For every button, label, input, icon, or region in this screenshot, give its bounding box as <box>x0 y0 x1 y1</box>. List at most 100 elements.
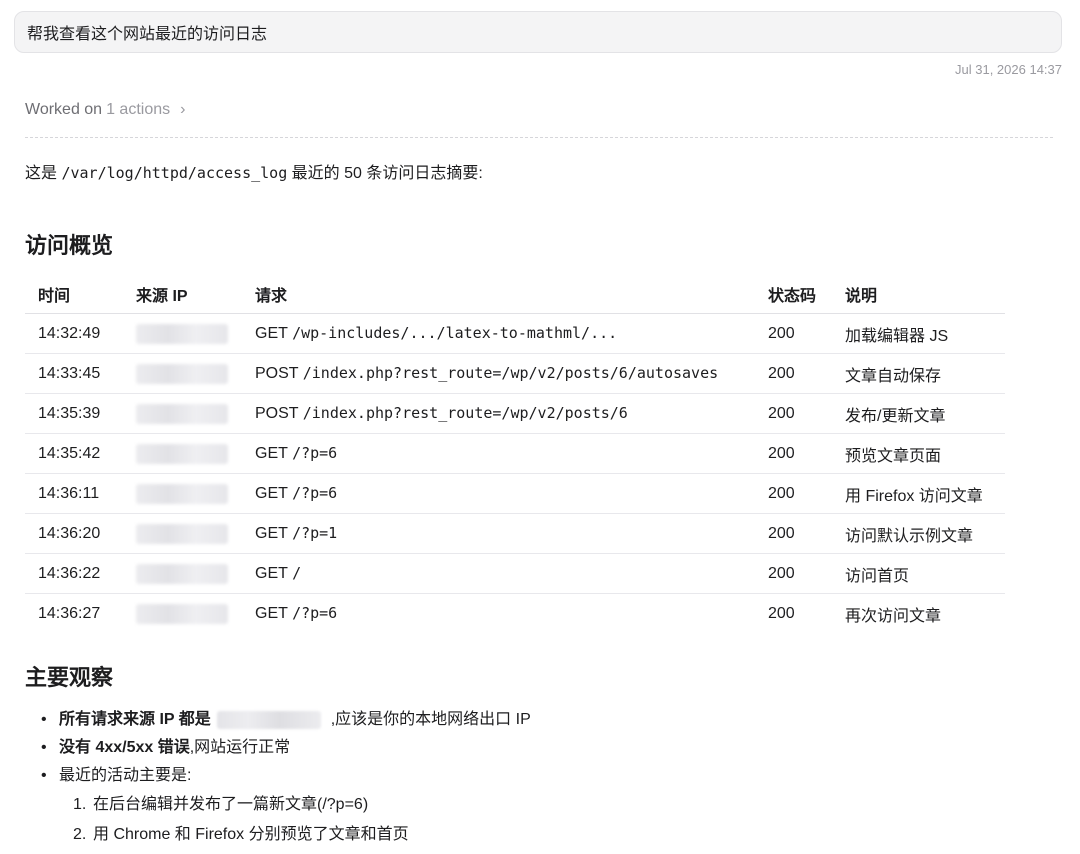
cell-time: 14:35:39 <box>25 393 123 434</box>
table-row: 14:35:42 GET /?p=6 200 预览文章页面 <box>25 433 1005 474</box>
observation-bold: 所有请求来源 IP 都是 <box>59 711 211 728</box>
observation-subitem: 2. 用 Chrome 和 Firefox 分别预览了文章和首页 <box>25 820 531 850</box>
overview-heading: 访问概览 <box>25 233 114 258</box>
cell-request: POST /index.php?rest_route=/wp/v2/posts/… <box>242 353 755 394</box>
observation-text: ,应该是你的本地网络出口 IP <box>330 711 531 728</box>
cell-status: 200 <box>755 393 832 434</box>
cell-request: GET /?p=6 <box>242 433 755 474</box>
request-path: /index.php?rest_route=/wp/v2/posts/6 <box>302 404 628 422</box>
cell-time: 14:36:20 <box>25 513 123 554</box>
redacted-ip <box>136 523 228 544</box>
request-method: GET <box>255 525 288 542</box>
redacted-ip <box>136 563 228 584</box>
request-path: / <box>292 564 302 582</box>
request-path: /?p=6 <box>292 604 338 622</box>
redacted-ip <box>216 710 321 729</box>
subitem-text: 用 Chrome 和 Firefox 分别预览了文章和首页 <box>93 826 409 843</box>
table-row: 14:35:39 POST /index.php?rest_route=/wp/v… <box>25 393 1005 434</box>
log-file-path: /var/log/httpd/access_log <box>61 164 288 182</box>
subitem-number: 2. <box>73 826 87 843</box>
cell-request: POST /index.php?rest_route=/wp/v2/posts/… <box>242 393 755 434</box>
cell-note: 访问首页 <box>832 553 1005 594</box>
cell-time: 14:35:42 <box>25 433 123 474</box>
cell-status: 200 <box>768 604 795 622</box>
column-header-status: 状态码 <box>755 275 832 314</box>
table-header-row: 时间 来源 IP 请求 状态码 说明 <box>25 275 1005 314</box>
cell-ip <box>123 313 242 354</box>
request-path: /?p=6 <box>292 444 338 462</box>
cell-note: 加载编辑器 JS <box>832 313 1005 354</box>
observation-bold: 没有 4xx/5xx 错误 <box>59 739 190 756</box>
chevron-right-icon: › <box>180 101 186 118</box>
observation-item: 最近的活动主要是: <box>25 762 531 790</box>
request-path: /?p=6 <box>292 484 338 502</box>
worked-on-label: Worked on <box>25 101 103 118</box>
observation-item: 没有 4xx/5xx 错误,网站运行正常 <box>25 734 531 762</box>
request-method: GET <box>255 565 288 582</box>
request-path: /?p=1 <box>292 524 338 542</box>
redacted-ip <box>136 603 228 624</box>
cell-ip <box>123 553 242 594</box>
cell-ip <box>123 513 242 554</box>
cell-ip <box>123 594 242 634</box>
request-method: POST <box>255 405 299 422</box>
request-path: /index.php?rest_route=/wp/v2/posts/6/aut… <box>302 364 719 382</box>
user-message-bubble: 帮我查看这个网站最近的访问日志 <box>14 11 1062 53</box>
cell-note: 预览文章页面 <box>832 433 1005 474</box>
cell-ip <box>123 473 242 514</box>
cell-note: 文章自动保存 <box>832 353 1005 394</box>
cell-status: 200 <box>755 433 832 474</box>
request-path: /wp-includes/.../latex-to-mathml/... <box>292 324 618 342</box>
table-row: 14:33:45 POST /index.php?rest_route=/wp/v… <box>25 353 1005 394</box>
cell-request: GET / <box>242 553 755 594</box>
intro-after: 最近的 50 条访问日志摘要: <box>287 165 483 182</box>
request-method: GET <box>255 605 288 622</box>
redacted-ip <box>136 363 228 384</box>
intro-text: 这是 /var/log/httpd/access_log 最近的 50 条访问日… <box>25 159 483 183</box>
cell-ip <box>123 433 242 474</box>
observation-text: 最近的活动主要是: <box>59 767 192 784</box>
table-row: 14:36:11 GET /?p=6 200 用 Firefox 访问文章 <box>25 473 1005 514</box>
worked-on-actions-toggle[interactable]: Worked on 1 actions › <box>25 101 185 119</box>
cell-request: GET /wp-includes/.../latex-to-mathml/... <box>242 313 755 354</box>
redacted-ip <box>136 443 228 464</box>
table-row: 14:36:20 GET /?p=1 200 访问默认示例文章 <box>25 513 1005 554</box>
cell-time: 14:36:27 <box>38 604 101 622</box>
cell-ip <box>123 353 242 394</box>
intro-before: 这是 <box>25 165 62 182</box>
table-row: 14:36:22 GET /200 访问首页 <box>25 553 1005 594</box>
observation-item: 所有请求来源 IP 都是 ,应该是你的本地网络出口 IP <box>25 706 531 734</box>
section-divider <box>25 137 1053 138</box>
cell-ip <box>123 393 242 434</box>
observations-list: 所有请求来源 IP 都是 ,应该是你的本地网络出口 IP 没有 4xx/5xx 错… <box>25 706 531 850</box>
message-timestamp: Jul 31, 2026 14:37 <box>955 62 1062 77</box>
redacted-ip <box>136 483 228 504</box>
redacted-ip <box>136 403 228 424</box>
request-method: GET <box>255 445 288 462</box>
cell-note: 再次访问文章 <box>845 607 942 625</box>
user-message-text: 帮我查看这个网站最近的访问日志 <box>27 26 268 43</box>
cell-status: 200 <box>755 473 832 514</box>
cell-request: GET /?p=6 <box>242 594 755 634</box>
column-header-request: 请求 <box>242 275 755 314</box>
cell-status: 200 <box>755 313 832 354</box>
request-method: GET <box>255 485 288 502</box>
request-method: GET <box>255 325 288 342</box>
actions-count: 1 actions <box>106 101 171 118</box>
cell-status: 200 <box>755 553 832 594</box>
cell-request: GET /?p=6 <box>242 473 755 514</box>
cell-time: 14:36:11 <box>25 473 123 514</box>
cell-note: 访问默认示例文章 <box>832 513 1005 554</box>
cell-note: 发布/更新文章 <box>832 393 1005 434</box>
column-header-note: 说明 <box>832 275 1005 314</box>
table-row: 14:32:49 GET /wp-includes/.../latex-to-ma… <box>25 313 1005 354</box>
cell-status: 200 <box>755 513 832 554</box>
access-log-table: 时间 来源 IP 请求 状态码 说明 14:32:49 GET /wp-inclu… <box>25 275 1005 633</box>
subitem-text: 在后台编辑并发布了一篇新文章(/?p=6) <box>93 796 369 813</box>
table-row: 14:36:27 GET /?p=6 200 再次访问文章 <box>25 594 1005 634</box>
observation-text: ,网站运行正常 <box>189 739 291 756</box>
subitem-number: 1. <box>73 796 87 813</box>
observations-heading: 主要观察 <box>25 665 114 690</box>
cell-time: 14:32:49 <box>25 313 123 354</box>
cell-time: 14:33:45 <box>25 353 123 394</box>
